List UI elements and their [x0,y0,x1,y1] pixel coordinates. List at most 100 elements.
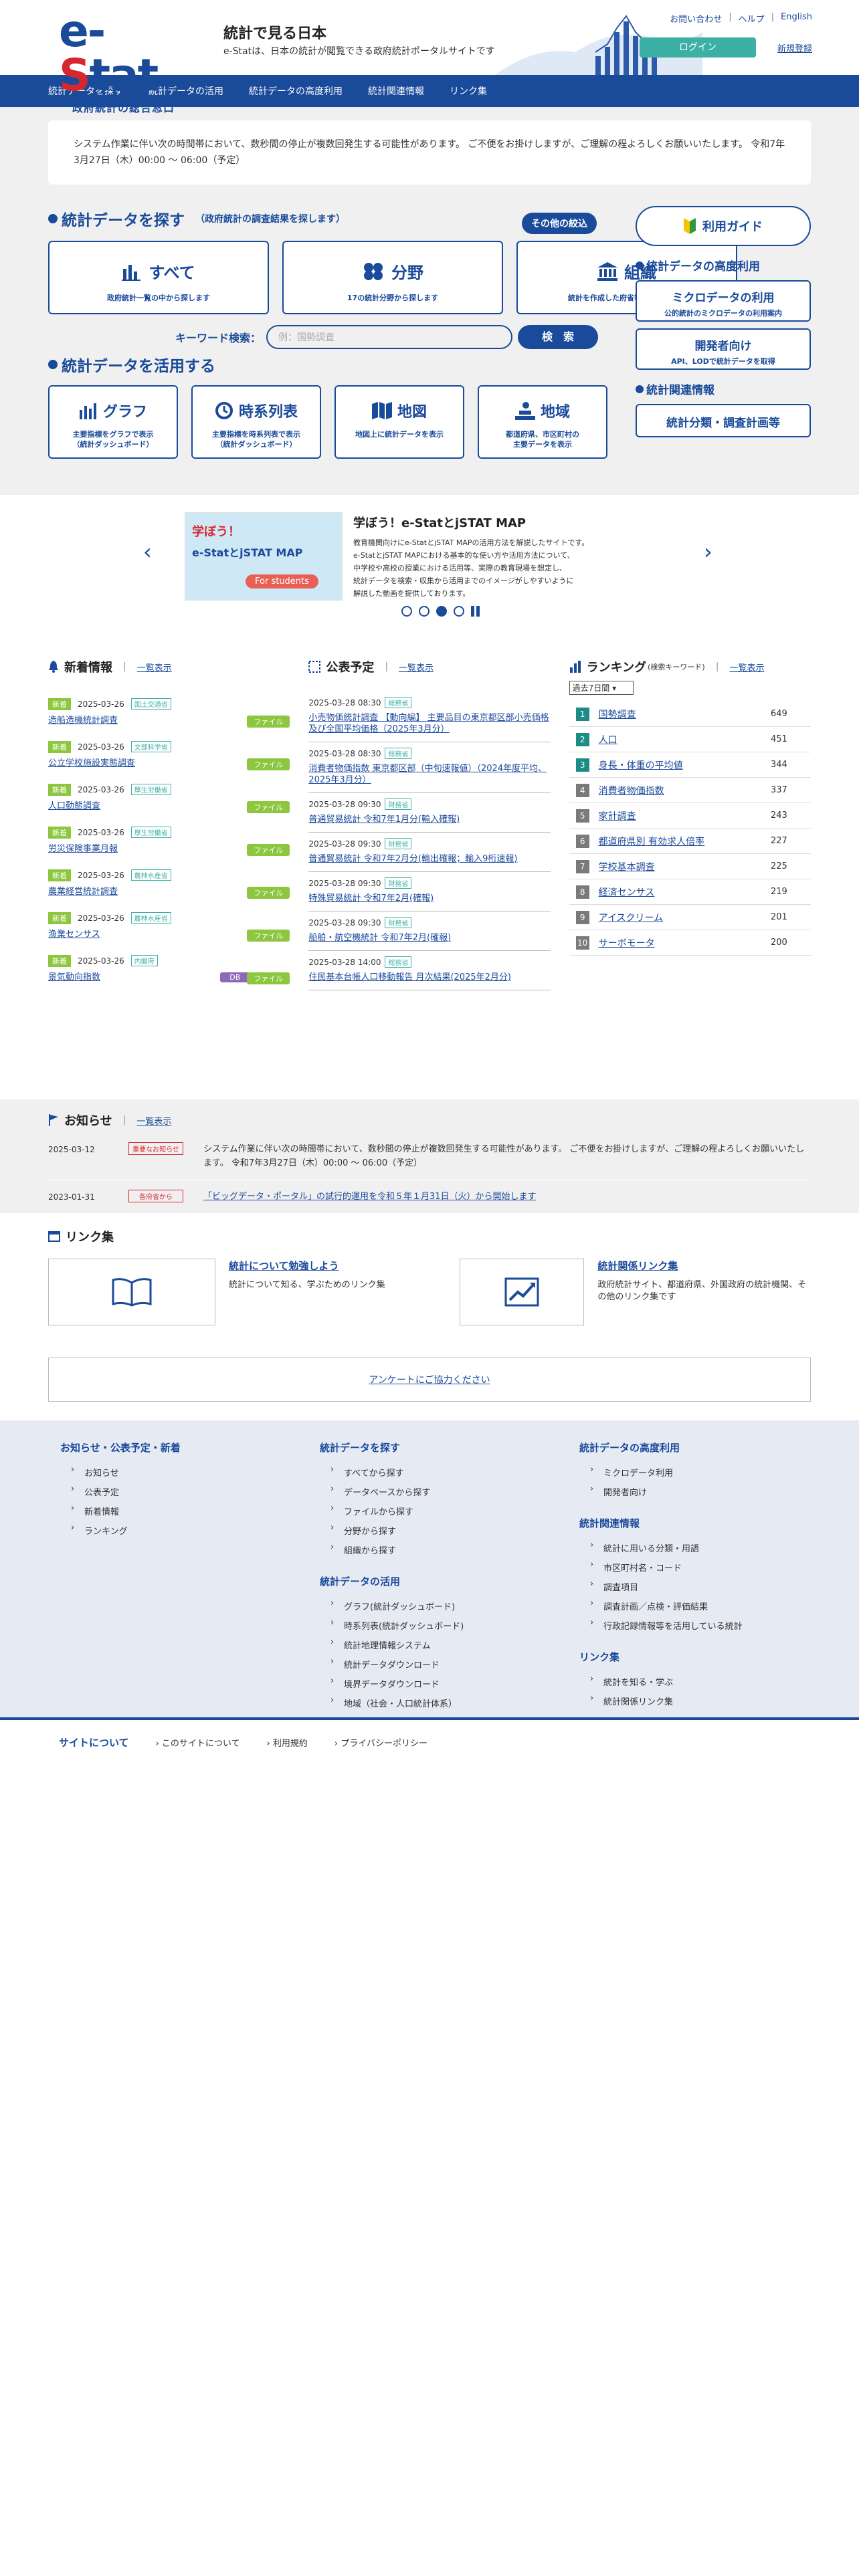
news-more-link[interactable]: 一覧表示 [137,661,172,673]
login-button[interactable]: ログイン [640,37,756,58]
ranking-more-link[interactable]: 一覧表示 [729,661,764,673]
nav-links[interactable]: リンク集 [450,84,487,98]
sitemap-link[interactable]: 新着情報 [60,1501,280,1521]
pause-icon[interactable] [471,606,482,617]
schedule-category: 総務省 [385,748,412,759]
terms-link[interactable]: 利用規約 [267,1736,308,1749]
rank-keyword-link[interactable]: 学校基本調査 [599,860,771,873]
schedule-title-link[interactable]: 特殊貿易統計 令和7年2月(確報) [308,893,550,904]
schedule-title-link[interactable]: 船舶・航空機統計 令和7年2月(確報) [308,932,550,944]
rank-keyword-link[interactable]: アイスクリーム [599,911,771,924]
sitemap-link[interactable]: ファイルから探す [320,1501,539,1521]
rank-keyword-link[interactable]: サーボモータ [599,936,771,950]
sitemap-link[interactable]: すべてから探す [320,1463,539,1482]
schedule-more-link[interactable]: 一覧表示 [399,661,434,673]
rank-keyword-link[interactable]: 国勢調査 [599,708,771,721]
sitemap-link[interactable]: 境界データダウンロード [320,1674,539,1693]
search-field-card[interactable]: 分野 17の統計分野から探します [282,241,503,314]
developer-button[interactable]: 開発者向け API、LODで統計データを取得 [636,328,811,370]
carousel-prev-arrow-icon[interactable]: ‹ [143,539,152,564]
schedule-title-link[interactable]: 消費者物価指数 東京都区部（中旬速報値）（2024年度平均、2025年3月分） [308,763,550,786]
file-badge[interactable]: ファイル [247,844,290,856]
classification-button[interactable]: 統計分類・調査計画等 [636,404,811,437]
file-badge[interactable]: ファイル [247,930,290,942]
sitemap-link[interactable]: 市区町村名・コード [579,1558,799,1577]
register-link[interactable]: 新規登録 [777,41,812,54]
sitemap-link[interactable]: 統計地理情報システム [320,1635,539,1654]
file-badge[interactable]: ファイル [247,801,290,813]
file-badge[interactable]: ファイル [247,887,290,899]
sitemap-link[interactable]: 地域（社会・人口統計体系） [320,1693,539,1713]
ranking-period-select[interactable]: 過去7日間 ▾ [569,681,634,695]
sitemap-link[interactable]: 分野から探す [320,1521,539,1540]
sitemap-link[interactable]: 行政記録情報等を活用している統計 [579,1616,799,1635]
schedule-title-link[interactable]: 小売物価統計調査 【動向編】 主要品目の東京都区部小売価格及び全国平均価格（20… [308,712,550,735]
rank-number: 3 [575,758,589,772]
sitemap-link[interactable]: ミクロデータ利用 [579,1463,799,1482]
other-filter-button[interactable]: その他の絞込 [522,213,597,234]
estat-logo[interactable]: e-Stat 政府統計の総合窓口 [59,9,193,115]
nav-related-info[interactable]: 統計関連情報 [368,84,424,98]
sitemap-link[interactable]: グラフ(統計ダッシュボード) [320,1596,539,1616]
about-site-link[interactable]: このサイトについて [156,1736,240,1749]
carousel-dot[interactable] [454,606,464,617]
sitemap-link[interactable]: 調査計画／点検・評価結果 [579,1596,799,1616]
rank-keyword-link[interactable]: 身長・体重の平均値 [599,758,771,772]
link-card-title[interactable]: 統計関係リンク集 [597,1259,811,1273]
news-category: 農林水産省 [130,912,171,924]
usage-guide-button[interactable]: 利用ガイド [636,206,811,246]
announcements-more-link[interactable]: 一覧表示 [136,1114,171,1127]
sitemap-link[interactable]: 組織から探す [320,1540,539,1560]
sitemap-link[interactable]: 調査項目 [579,1577,799,1596]
sitemap-link[interactable]: 時系列表(統計ダッシュボード) [320,1616,539,1635]
rank-keyword-link[interactable]: 消費者物価指数 [599,784,771,797]
sitemap-link[interactable]: 統計に用いる分類・用語 [579,1538,799,1558]
sitemap-link[interactable]: お知らせ [60,1463,280,1482]
sitemap-link[interactable]: 統計を知る・学ぶ [579,1672,799,1691]
region-card[interactable]: 地域 都道府県、市区町村の 主要データを表示 [478,385,607,459]
sitemap-link[interactable]: ランキング [60,1521,280,1540]
file-badge[interactable]: ファイル [247,758,290,770]
sitemap-link[interactable]: 統計関係リンク集 [579,1691,799,1711]
link-card-title[interactable]: 統計について勉強しよう [229,1259,385,1273]
contact-link[interactable]: お問い合わせ [670,12,722,25]
db-badge[interactable]: DB [220,972,250,982]
rank-keyword-link[interactable]: 経済センサス [599,885,771,899]
rank-keyword-link[interactable]: 家計調査 [599,809,771,823]
link-card-related[interactable]: 統計関係リンク集 政府統計サイト、都道府県、外国政府の統計機関、その他のリンク集… [460,1259,811,1325]
sitemap-link[interactable]: データベースから探す [320,1482,539,1501]
microdata-button[interactable]: ミクロデータの利用 公的統計のミクロデータの利用案内 [636,280,811,322]
sitemap-link[interactable]: 統計データダウンロード [320,1654,539,1674]
timeseries-card[interactable]: 時系列表 主要指標を時系列表で表示 （統計ダッシュボード） [191,385,321,459]
period-value: 過去7日間 [572,683,610,693]
map-card[interactable]: 地図 地図上に統計データを表示 [335,385,464,459]
survey-link[interactable]: アンケートにご協力ください [369,1375,490,1386]
search-all-card[interactable]: すべて 政府統計一覧の中から探します [48,241,269,314]
announcement-date: 2023-01-31 [48,1192,95,1202]
sitemap-link[interactable]: 公表予定 [60,1482,280,1501]
schedule-title-link[interactable]: 普通貿易統計 令和7年2月分(輸出確報；輸入9桁速報) [308,853,550,865]
privacy-link[interactable]: プライバシーポリシー [335,1736,427,1749]
side-button-title: ミクロデータの利用 [672,292,775,305]
carousel-banner-image[interactable]: 学ぼう！ e-StatとjSTAT MAP For students [185,512,343,601]
schedule-title-link[interactable]: 普通貿易統計 令和7年1月分(輸入確報) [308,814,550,825]
announcement-row: 2025-03-12 重要なお知らせ システム作業に伴い次の時間帯において、数秒… [48,1133,811,1180]
english-link[interactable]: English [781,12,812,25]
carousel-dot[interactable] [401,606,412,617]
carousel-dot[interactable] [419,606,430,617]
graph-card[interactable]: グラフ 主要指標をグラフで表示 （統計ダッシュボード） [48,385,178,459]
file-badge[interactable]: ファイル [247,972,290,984]
link-card-study[interactable]: 統計について勉強しよう 統計について知る、学ぶためのリンク集 [48,1259,399,1325]
announcement-link[interactable]: 「ビッグデータ・ポータル」の試行的運用を令和５年１月31日（火）から開始します [203,1190,811,1204]
rank-keyword-link[interactable]: 人口 [599,733,771,746]
carousel-dot-active[interactable] [436,606,447,617]
sitemap-link[interactable]: 開発者向け [579,1482,799,1501]
help-link[interactable]: ヘルプ [739,12,765,25]
rank-keyword-link[interactable]: 都道府県別 有効求人倍率 [599,835,771,848]
keyword-input[interactable]: 例：国勢調査 [266,325,513,349]
file-badge[interactable]: ファイル [247,716,290,728]
schedule-title-link[interactable]: 住民基本台帳人口移動報告 月次結果(2025年2月分) [308,972,550,983]
keyword-search-button[interactable]: 検 索 [518,325,599,349]
nav-advanced-use[interactable]: 統計データの高度利用 [249,84,343,98]
carousel-next-arrow-icon[interactable]: › [704,539,712,564]
